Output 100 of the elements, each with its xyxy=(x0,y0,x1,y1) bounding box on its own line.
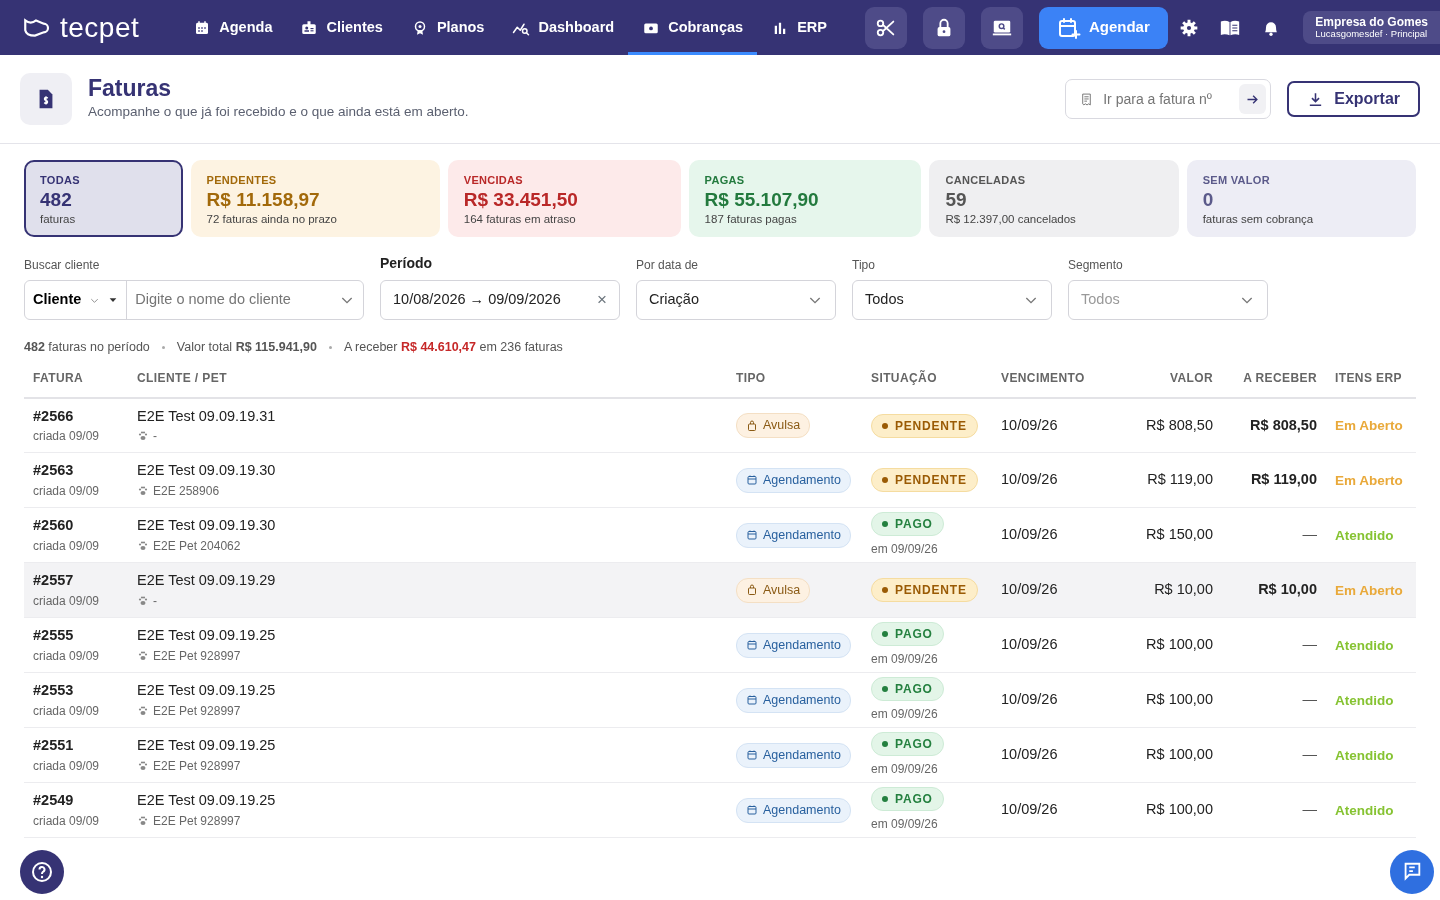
type-tag: Agendamento xyxy=(736,522,851,548)
calendar-icon xyxy=(746,694,758,707)
invoice-number[interactable]: #2549 xyxy=(33,790,119,813)
amount: R$ 100,00 xyxy=(1146,636,1213,653)
status-filter-card[interactable]: CANCELADAS 59 R$ 12.397,00 cancelados xyxy=(929,160,1179,237)
erp-status: Atendido xyxy=(1335,637,1394,653)
client-search-field[interactable]: Cliente Digite o nome do cliente xyxy=(24,280,364,320)
pet-name: E2E Pet 204062 xyxy=(153,538,241,556)
separator-dot xyxy=(328,345,332,349)
paid-date: em 09/09/26 xyxy=(871,816,939,834)
type-tag: Agendamento xyxy=(736,687,851,713)
invoice-number[interactable]: #2557 xyxy=(33,570,119,593)
invoice-number-field[interactable]: Ir para a fatura nº xyxy=(1065,79,1272,119)
calendar-icon xyxy=(746,804,758,817)
invoice-number[interactable]: #2553 xyxy=(33,680,119,703)
client-name: E2E Test 09.09.19.25 xyxy=(137,681,277,701)
paid-date: em 09/09/26 xyxy=(871,761,939,779)
card-value: 0 xyxy=(1202,188,1215,212)
calendar-icon xyxy=(746,639,758,652)
date-type-select[interactable]: Criação xyxy=(636,280,836,320)
caret-down-icon xyxy=(108,295,119,305)
amount: R$ 150,00 xyxy=(1146,526,1213,543)
created-date: criada 09/09 xyxy=(33,758,101,776)
receipt-icon xyxy=(1080,90,1094,108)
created-date: criada 09/09 xyxy=(33,813,101,831)
invoice-number[interactable]: #2566 xyxy=(33,405,119,428)
pet-name: E2E Pet 928997 xyxy=(153,648,241,666)
export-button[interactable]: Exportar xyxy=(1287,81,1420,117)
amount: R$ 100,00 xyxy=(1146,691,1213,708)
brand-logo[interactable]: tecpet xyxy=(60,6,140,49)
card-note: R$ 12.397,00 cancelados xyxy=(945,212,1077,228)
status-tag: PAGO xyxy=(871,787,944,812)
schedule-button[interactable]: Agendar xyxy=(1038,6,1168,49)
period-field[interactable]: 10/08/2026 → 09/09/2026 × xyxy=(380,280,620,320)
calendar-icon xyxy=(746,749,758,762)
erp-status: Em Aberto xyxy=(1335,472,1403,488)
help-icon xyxy=(30,860,54,884)
invoice-number[interactable]: #2563 xyxy=(33,460,119,483)
client-name: E2E Test 09.09.19.25 xyxy=(137,626,277,646)
due-date: 10/09/26 xyxy=(1001,636,1058,653)
paw-icon xyxy=(137,540,149,553)
field-label: Buscar cliente xyxy=(24,257,101,274)
client-name: E2E Test 09.09.19.30 xyxy=(137,461,277,481)
pet-name: - xyxy=(153,428,157,446)
paid-date: em 09/09/26 xyxy=(871,706,939,724)
nav-tab[interactable]: Agenda xyxy=(179,0,287,55)
erp-status: Atendido xyxy=(1335,527,1394,543)
client-name: E2E Test 09.09.19.25 xyxy=(137,736,277,756)
nav-tab[interactable]: Clientes xyxy=(286,0,397,55)
status-filter-card[interactable]: VENCIDAS R$ 33.451,50 164 faturas em atraso xyxy=(447,160,681,237)
status-filter-card[interactable]: SEM VALOR 0 faturas sem cobrança xyxy=(1186,160,1416,237)
clear-button[interactable]: × xyxy=(597,287,607,313)
status-filter-card[interactable]: PENDENTES R$ 11.158,97 72 faturas ainda no prazo xyxy=(190,160,440,237)
created-date: criada 09/09 xyxy=(33,428,101,446)
amount: R$ 10,00 xyxy=(1154,581,1213,598)
card-label: PENDENTES xyxy=(206,173,278,188)
nav-tab[interactable]: Cobranças xyxy=(628,0,758,55)
field-label: Tipo xyxy=(852,257,876,274)
nav-tab[interactable]: Planos xyxy=(396,0,499,55)
help-button[interactable] xyxy=(20,850,64,894)
erp-status: Em Aberto xyxy=(1335,582,1403,598)
status-filter-card[interactable]: PAGAS R$ 55.107,90 187 faturas pagas xyxy=(688,160,922,237)
paid-date: em 09/09/26 xyxy=(871,541,939,559)
nav-tab[interactable]: ERP xyxy=(757,0,841,55)
column-header: SITUAÇÃO xyxy=(871,370,937,385)
toolbar-button[interactable] xyxy=(922,6,965,49)
nav-tab[interactable]: Dashboard xyxy=(498,0,629,55)
type-tag: Agendamento xyxy=(736,797,851,823)
paw-icon xyxy=(137,595,149,608)
chat-button[interactable] xyxy=(1390,850,1434,894)
toolbar-button[interactable] xyxy=(980,6,1023,49)
id-card-icon xyxy=(300,18,319,37)
card-note: 72 faturas ainda no prazo xyxy=(206,212,338,228)
receivable-amount: R$ 10,00 xyxy=(1258,581,1317,598)
paw-icon xyxy=(137,815,149,828)
card-label: CANCELADAS xyxy=(945,173,1027,188)
receivable-amount: — xyxy=(1302,526,1317,543)
invoice-number[interactable]: #2555 xyxy=(33,625,119,648)
pet-name: E2E 258906 xyxy=(153,483,220,501)
summary-receivable: A receber R$ 44.610,47 em 236 faturas xyxy=(343,339,563,356)
field-label: Segmento xyxy=(1068,257,1124,274)
account-switcher[interactable]: Empresa do Gomes Lucasgomesdef · Principal xyxy=(1303,10,1440,45)
status-filter-card[interactable]: TODAS 482 faturas xyxy=(24,160,183,237)
erp-status: Atendido xyxy=(1335,692,1394,708)
toolbar-button[interactable] xyxy=(864,6,907,49)
invoice-number[interactable]: #2560 xyxy=(33,515,119,538)
client-name: E2E Test 09.09.19.29 xyxy=(137,571,277,591)
invoice-number[interactable]: #2551 xyxy=(33,735,119,758)
summary-total: Valor total R$ 115.941,90 xyxy=(176,339,317,356)
type-select[interactable]: Todos xyxy=(852,280,1052,320)
receivable-amount: — xyxy=(1302,636,1317,653)
bag-icon xyxy=(746,419,758,432)
due-date: 10/09/26 xyxy=(1001,746,1058,763)
field-label: Período xyxy=(380,254,434,273)
amount: R$ 808,50 xyxy=(1146,416,1213,433)
go-button[interactable] xyxy=(1239,84,1267,114)
card-note: 187 faturas pagas xyxy=(704,212,798,228)
created-date: criada 09/09 xyxy=(33,703,101,721)
receivable-amount: R$ 808,50 xyxy=(1250,416,1317,433)
column-header: A RECEBER xyxy=(1243,370,1317,385)
